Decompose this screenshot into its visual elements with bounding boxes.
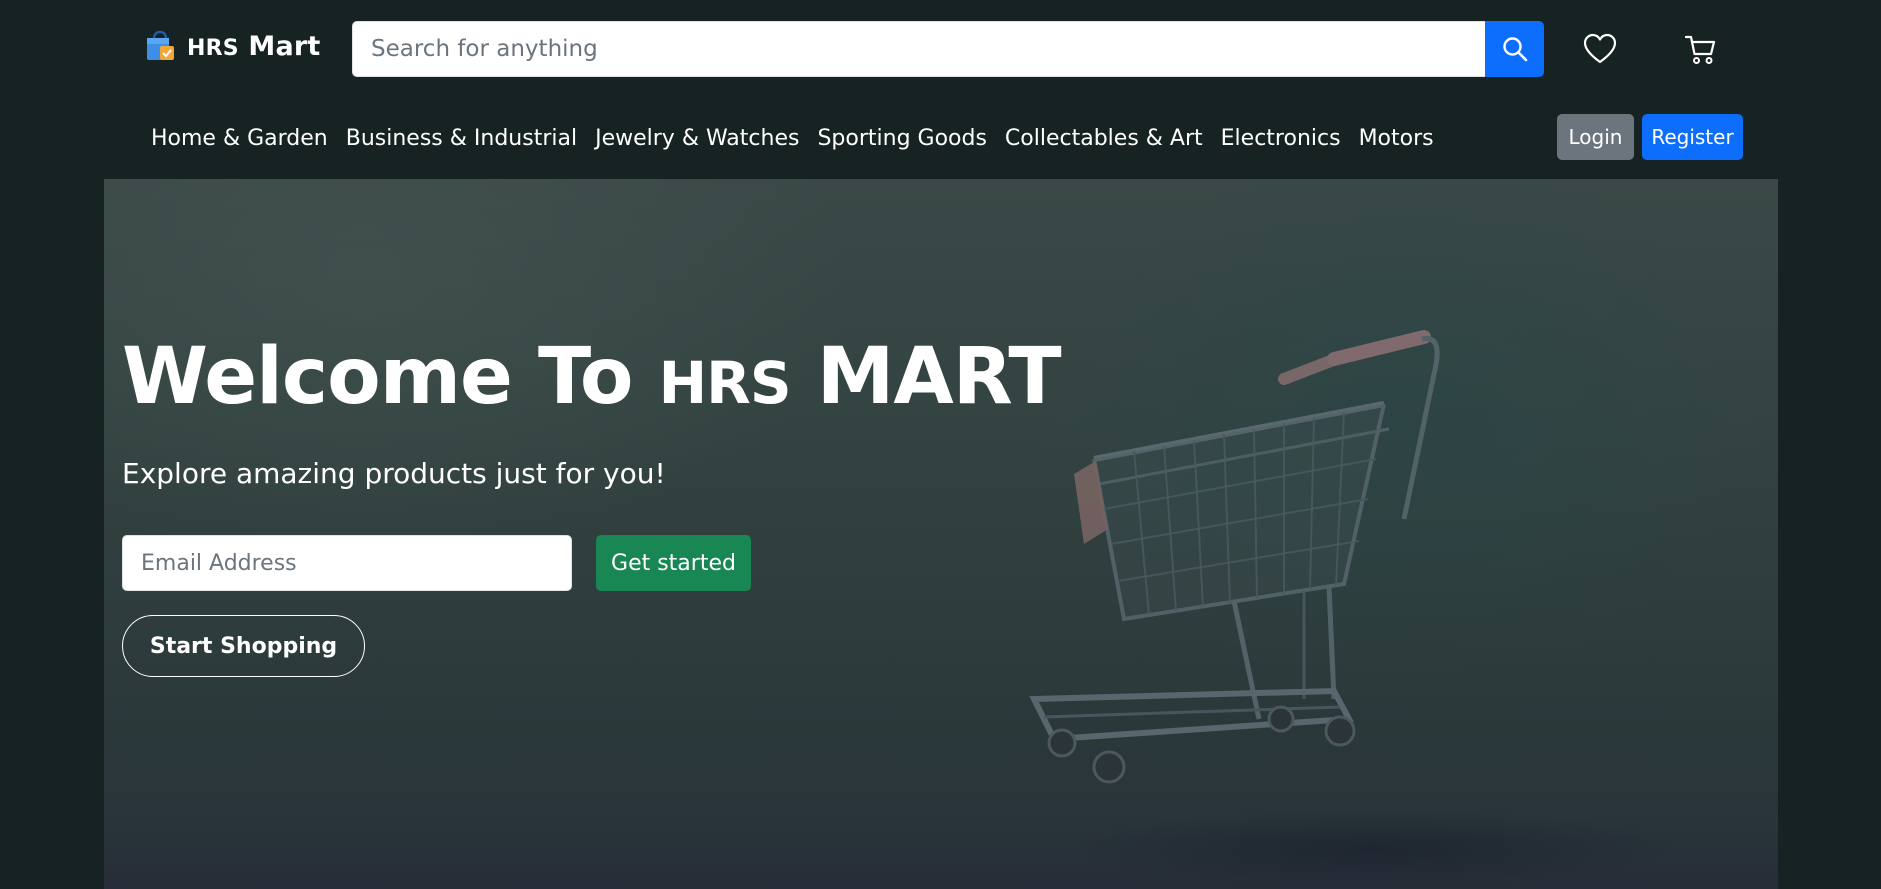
cart-icon	[1685, 35, 1716, 64]
nav-item-jewelry-watches[interactable]: Jewelry & Watches	[586, 118, 808, 160]
hero-title-start: Welcome To	[122, 332, 633, 422]
nav-item-sporting-goods[interactable]: Sporting Goods	[808, 118, 995, 160]
brand-logo-link[interactable]: HRS Mart	[143, 29, 321, 63]
shopping-cart-illustration	[1029, 330, 1440, 784]
search-icon	[1502, 37, 1527, 62]
brand-prefix: HRS	[187, 35, 239, 61]
hero-bottom-fade	[104, 819, 1778, 889]
hero-banner: Welcome To HRS MART Explore amazing prod…	[104, 179, 1778, 889]
cart-button[interactable]	[1682, 30, 1720, 70]
search-bar	[352, 21, 1544, 77]
top-bar: HRS Mart	[0, 0, 1881, 100]
search-input[interactable]	[352, 21, 1485, 77]
shopping-bag-icon	[147, 30, 174, 60]
page: HRS Mart Home & Garden	[0, 0, 1881, 889]
nav-item-home-garden[interactable]: Home & Garden	[143, 118, 337, 160]
hero-title-end: MART	[816, 332, 1062, 422]
wishlist-button[interactable]	[1580, 29, 1620, 69]
brand-name: HRS Mart	[187, 31, 321, 62]
brand-suffix: Mart	[248, 30, 321, 62]
nav-item-collectables-art[interactable]: Collectables & Art	[996, 118, 1212, 160]
search-button[interactable]	[1485, 21, 1544, 77]
category-nav: Home & Garden Business & Industrial Jewe…	[143, 118, 1443, 160]
hero-title: Welcome To HRS MART	[122, 332, 1062, 422]
hero-subtitle: Explore amazing products just for you!	[122, 457, 666, 490]
nav-item-motors[interactable]: Motors	[1350, 118, 1443, 160]
register-button[interactable]: Register	[1642, 114, 1743, 160]
auth-buttons: Login Register	[1557, 114, 1743, 160]
heart-icon	[1583, 33, 1617, 64]
hero-title-brand: HRS	[658, 349, 792, 417]
nav-item-business-industrial[interactable]: Business & Industrial	[337, 118, 586, 160]
login-button[interactable]: Login	[1557, 114, 1634, 160]
nav-item-electronics[interactable]: Electronics	[1212, 118, 1350, 160]
email-field[interactable]	[122, 535, 572, 591]
get-started-button[interactable]: Get started	[596, 535, 751, 591]
start-shopping-button[interactable]: Start Shopping	[122, 615, 365, 677]
